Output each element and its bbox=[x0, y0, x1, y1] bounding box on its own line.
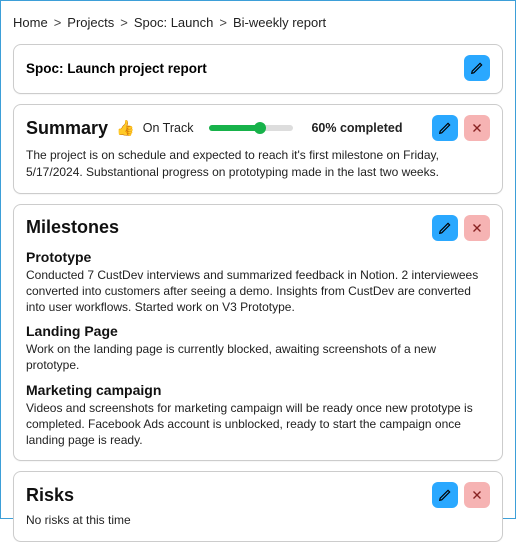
breadcrumb-current: Bi-weekly report bbox=[233, 15, 326, 30]
milestones-card: Milestones Prototype Conducted 7 CustDev… bbox=[13, 204, 503, 462]
risks-description: No risks at this time bbox=[26, 512, 490, 529]
milestone-item: Prototype Conducted 7 CustDev interviews… bbox=[26, 249, 490, 316]
close-icon bbox=[470, 221, 484, 235]
edit-title-button[interactable] bbox=[464, 55, 490, 81]
milestone-title: Landing Page bbox=[26, 323, 490, 339]
milestone-title: Marketing campaign bbox=[26, 382, 490, 398]
risks-heading: Risks bbox=[26, 485, 74, 506]
pencil-icon bbox=[438, 221, 452, 235]
report-title: Spoc: Launch project report bbox=[26, 61, 207, 76]
edit-milestones-button[interactable] bbox=[432, 215, 458, 241]
milestone-item: Marketing campaign Videos and screenshot… bbox=[26, 382, 490, 449]
thumbs-up-icon: 👍 bbox=[116, 119, 135, 137]
status-text: On Track bbox=[143, 121, 194, 135]
summary-heading: Summary bbox=[26, 118, 108, 139]
summary-card: Summary 👍 On Track 60% completed The pro… bbox=[13, 104, 503, 194]
delete-milestones-button[interactable] bbox=[464, 215, 490, 241]
breadcrumb-home-link[interactable]: Home bbox=[13, 15, 48, 30]
edit-risks-button[interactable] bbox=[432, 482, 458, 508]
breadcrumb-spoc-launch-link[interactable]: Spoc: Launch bbox=[134, 15, 214, 30]
pencil-icon bbox=[470, 61, 484, 75]
milestone-desc: Videos and screenshots for marketing cam… bbox=[26, 400, 490, 449]
milestone-title: Prototype bbox=[26, 249, 490, 265]
summary-description: The project is on schedule and expected … bbox=[26, 147, 490, 181]
milestone-item: Landing Page Work on the landing page is… bbox=[26, 323, 490, 373]
chevron-right-icon: > bbox=[54, 15, 62, 30]
delete-risks-button[interactable] bbox=[464, 482, 490, 508]
milestone-desc: Work on the landing page is currently bl… bbox=[26, 341, 490, 373]
breadcrumb: Home > Projects > Spoc: Launch > Bi-week… bbox=[13, 15, 503, 30]
chevron-right-icon: > bbox=[120, 15, 128, 30]
report-title-card: Spoc: Launch project report bbox=[13, 44, 503, 94]
progress-knob bbox=[254, 122, 266, 134]
close-icon bbox=[470, 121, 484, 135]
pencil-icon bbox=[438, 121, 452, 135]
milestone-desc: Conducted 7 CustDev interviews and summa… bbox=[26, 267, 490, 316]
breadcrumb-projects-link[interactable]: Projects bbox=[67, 15, 114, 30]
close-icon bbox=[470, 488, 484, 502]
progress-percent-label: 60% completed bbox=[311, 121, 402, 135]
milestones-heading: Milestones bbox=[26, 217, 119, 238]
chevron-right-icon: > bbox=[219, 15, 227, 30]
edit-summary-button[interactable] bbox=[432, 115, 458, 141]
pencil-icon bbox=[438, 488, 452, 502]
risks-card: Risks No risks at this time bbox=[13, 471, 503, 542]
delete-summary-button[interactable] bbox=[464, 115, 490, 141]
progress-fill bbox=[209, 125, 259, 131]
progress-bar bbox=[209, 125, 293, 131]
